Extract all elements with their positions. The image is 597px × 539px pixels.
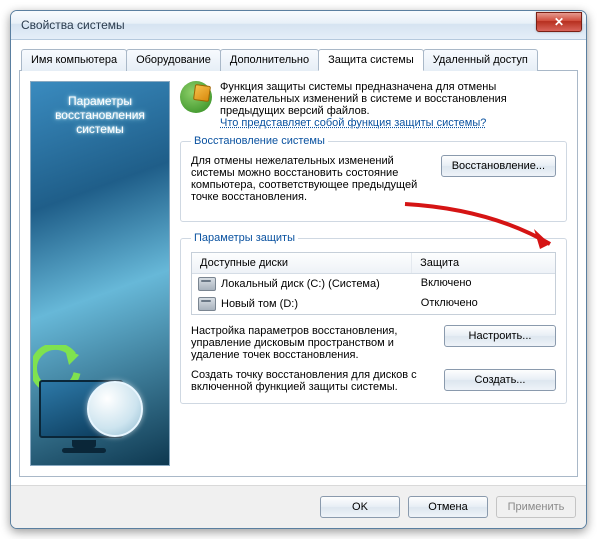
col-disks: Доступные диски — [192, 253, 412, 273]
intro-block: Функция защиты системы предназначена для… — [220, 81, 567, 129]
intro-text: Функция защиты системы предназначена для… — [220, 81, 567, 117]
tab-hardware[interactable]: Оборудование — [126, 49, 221, 71]
close-icon: ✕ — [554, 15, 564, 29]
disk-state: Включено — [413, 277, 555, 291]
client-area: Имя компьютера Оборудование Дополнительн… — [11, 40, 586, 485]
restore-description: Для отмены нежелательных изменений систе… — [191, 155, 431, 203]
restore-group: Восстановление системы Для отмены нежела… — [180, 135, 567, 222]
disk-icon — [198, 297, 216, 311]
tab-remote[interactable]: Удаленный доступ — [423, 49, 538, 71]
tab-computer-name[interactable]: Имя компьютера — [21, 49, 127, 71]
sidebar-title-2: восстановления — [31, 108, 169, 122]
dialog-footer: OK Отмена Применить — [11, 485, 586, 528]
create-button[interactable]: Создать... — [444, 369, 556, 391]
configure-description: Настройка параметров восстановления, упр… — [191, 325, 434, 361]
configure-button[interactable]: Настроить... — [444, 325, 556, 347]
tab-strip: Имя компьютера Оборудование Дополнительн… — [19, 48, 578, 71]
shield-icon — [180, 81, 212, 113]
sidebar-title-3: системы — [31, 122, 169, 136]
table-row[interactable]: Локальный диск (C:) (Система) Включено — [192, 274, 555, 294]
protection-legend: Параметры защиты — [191, 232, 298, 244]
sidebar-title-1: Параметры — [31, 94, 169, 108]
intro-help-link[interactable]: Что представляет собой функция защиты си… — [220, 117, 486, 129]
tab-advanced[interactable]: Дополнительно — [220, 49, 319, 71]
title-bar[interactable]: Свойства системы ✕ — [11, 11, 586, 40]
system-properties-window: Свойства системы ✕ Имя компьютера Оборуд… — [10, 10, 587, 529]
clock-icon — [87, 381, 143, 437]
sidebar-graphic: Параметры восстановления системы — [30, 81, 170, 466]
col-state: Защита — [412, 253, 555, 273]
main-column: Функция защиты системы предназначена для… — [180, 81, 567, 466]
restore-legend: Восстановление системы — [191, 135, 328, 147]
table-row[interactable]: Новый том (D:) Отключено — [192, 294, 555, 314]
restore-button[interactable]: Восстановление... — [441, 155, 556, 177]
disk-name: Локальный диск (C:) (Система) — [221, 278, 380, 290]
disk-state: Отключено — [413, 297, 555, 311]
protection-group: Параметры защиты Доступные диски Защита … — [180, 232, 567, 404]
window-title: Свойства системы — [21, 18, 125, 32]
close-button[interactable]: ✕ — [536, 12, 582, 32]
drives-table[interactable]: Доступные диски Защита Локальный диск (C… — [191, 252, 556, 315]
tab-pane: Параметры восстановления системы — [19, 71, 578, 477]
tab-system-protection[interactable]: Защита системы — [318, 49, 424, 71]
table-header: Доступные диски Защита — [192, 253, 555, 274]
create-description: Создать точку восстановления для дисков … — [191, 369, 434, 393]
disk-name: Новый том (D:) — [221, 298, 298, 310]
disk-icon — [198, 277, 216, 291]
